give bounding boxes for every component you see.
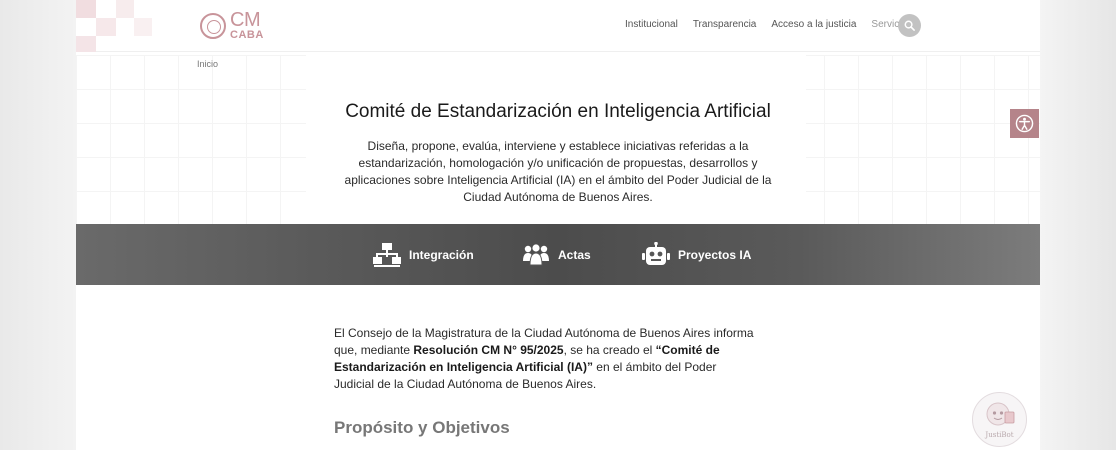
paragraph-text: , se ha creado el xyxy=(563,343,656,357)
people-group-icon xyxy=(522,243,550,266)
logo-line1: CM xyxy=(230,9,261,31)
logo-seal-icon xyxy=(200,12,226,39)
band-link-actas[interactable]: Actas xyxy=(522,224,591,285)
page-edge-right xyxy=(1038,0,1116,450)
network-icon xyxy=(373,242,401,268)
resolution-reference: Resolución CM N° 95/2025 xyxy=(413,343,564,357)
decorative-mosaic xyxy=(76,0,186,55)
nav-item-acceso-justicia[interactable]: Acceso a la justicia xyxy=(771,19,856,30)
logo-line2: CABA xyxy=(230,29,264,41)
chatbot-launcher[interactable]: JustiBot xyxy=(972,392,1027,447)
section-heading-purpose: Propósito y Objetivos xyxy=(334,418,510,437)
band-link-label: Actas xyxy=(558,247,591,262)
intro-paragraph: El Consejo de la Magistratura de la Ciud… xyxy=(334,325,754,393)
page-container: CM CABA Institucional Transparencia Acce… xyxy=(76,0,1040,450)
nav-item-transparencia[interactable]: Transparencia xyxy=(693,19,757,30)
chatbot-avatar-icon xyxy=(986,402,1014,426)
band-link-proyectos-ia[interactable]: Proyectos IA xyxy=(642,224,751,285)
page-title: Comité de Estandarización en Inteligenci… xyxy=(345,101,771,122)
page-edge-left xyxy=(0,0,76,450)
accessibility-button[interactable] xyxy=(1010,109,1039,138)
robot-icon xyxy=(642,241,670,268)
logo-text: CM CABA xyxy=(230,10,264,41)
search-button[interactable] xyxy=(898,14,921,37)
band-link-label: Proyectos IA xyxy=(678,247,752,262)
accessibility-icon xyxy=(1015,114,1034,133)
chatbot-label: JustiBot xyxy=(985,431,1014,439)
nav-item-institucional[interactable]: Institucional xyxy=(625,19,678,30)
band-link-integracion[interactable]: Integración xyxy=(373,224,474,285)
main-nav: Institucional Transparencia Acceso a la … xyxy=(625,19,912,30)
breadcrumb-home[interactable]: Inicio xyxy=(197,59,218,69)
band-link-label: Integración xyxy=(409,247,474,262)
search-icon xyxy=(904,20,915,31)
page-intro: Diseña, propone, evalúa, interviene y es… xyxy=(344,139,772,204)
section-link-band: Integración Actas Proyectos IA xyxy=(76,224,1040,285)
site-logo[interactable]: CM CABA xyxy=(200,10,264,41)
header-divider xyxy=(76,51,1040,52)
